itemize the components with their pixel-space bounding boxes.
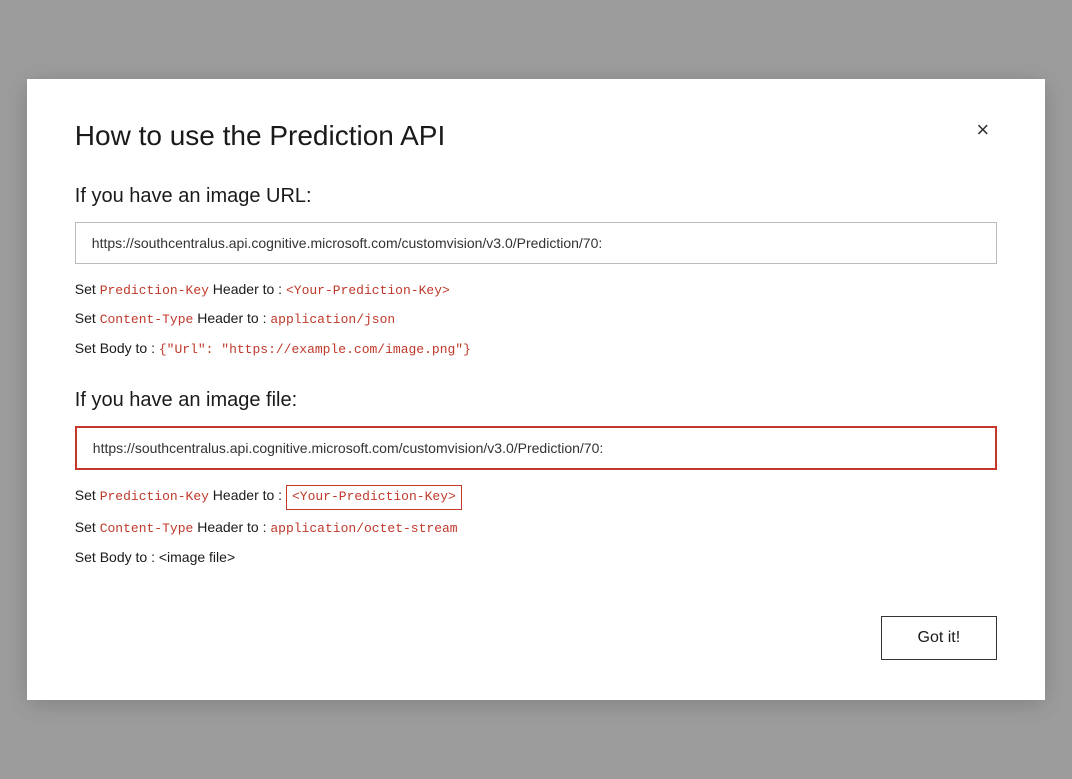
finstr1-prefix: Set xyxy=(75,487,100,503)
instruction-line-3: Set Body to : {"Url": "https://example.c… xyxy=(75,337,997,361)
instr1-value: <Your-Prediction-Key> xyxy=(286,283,450,298)
dialog-title: How to use the Prediction API xyxy=(75,119,445,153)
file-url-input-box[interactable]: https://southcentralus.api.cognitive.mic… xyxy=(75,426,997,470)
finstr2-middle: Header to : xyxy=(193,519,270,535)
file-section-heading: If you have an image file: xyxy=(75,389,997,412)
close-button[interactable]: × xyxy=(968,115,997,145)
dialog: How to use the Prediction API × If you h… xyxy=(27,79,1045,700)
finstr1-middle: Header to : xyxy=(209,487,286,503)
file-instruction-line-3: Set Body to : <image file> xyxy=(75,546,997,568)
instr2-value: application/json xyxy=(270,312,395,327)
instr3-prefix: Set Body to : xyxy=(75,340,159,356)
instr1-middle: Header to : xyxy=(209,281,286,297)
file-section: If you have an image file: https://south… xyxy=(75,389,997,568)
finstr2-value: application/octet-stream xyxy=(270,521,457,536)
url-input-box[interactable]: https://southcentralus.api.cognitive.mic… xyxy=(75,222,997,264)
instr3-value: {"Url": "https://example.com/image.png"} xyxy=(159,342,471,357)
file-instruction-line-1: Set Prediction-Key Header to : <Your-Pre… xyxy=(75,484,997,510)
finstr3-prefix: Set Body to : <image file> xyxy=(75,549,235,565)
finstr1-value: <Your-Prediction-Key> xyxy=(286,485,462,510)
instr1-key: Prediction-Key xyxy=(100,283,209,298)
modal-overlay: How to use the Prediction API × If you h… xyxy=(0,0,1072,779)
dialog-header: How to use the Prediction API × xyxy=(75,119,997,153)
instruction-line-1: Set Prediction-Key Header to : <Your-Pre… xyxy=(75,278,997,302)
got-it-button[interactable]: Got it! xyxy=(881,616,998,660)
finstr1-key: Prediction-Key xyxy=(100,489,209,504)
instruction-line-2: Set Content-Type Header to : application… xyxy=(75,307,997,331)
instr2-middle: Header to : xyxy=(193,310,270,326)
url-section: If you have an image URL: https://southc… xyxy=(75,185,997,361)
finstr2-prefix: Set xyxy=(75,519,100,535)
url-section-heading: If you have an image URL: xyxy=(75,185,997,208)
file-instruction-line-2: Set Content-Type Header to : application… xyxy=(75,516,997,540)
instr1-prefix: Set xyxy=(75,281,100,297)
instr2-prefix: Set xyxy=(75,310,100,326)
finstr2-key: Content-Type xyxy=(100,521,194,536)
instr2-key: Content-Type xyxy=(100,312,194,327)
dialog-footer: Got it! xyxy=(75,616,997,660)
